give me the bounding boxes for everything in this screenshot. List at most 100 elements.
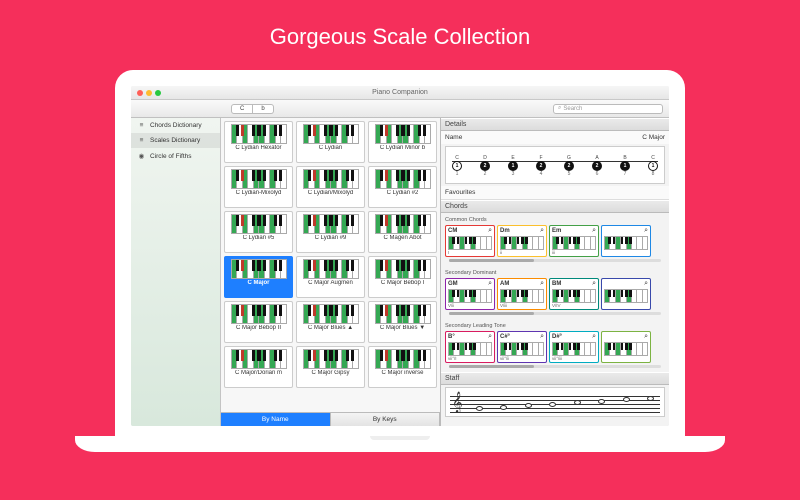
details-pane: Details Name C Major C11D22E13F24G25A26B…: [441, 118, 669, 426]
scale-card-label: C Lydian/Mixolyd: [308, 190, 353, 196]
marketing-title: Gorgeous Scale Collection: [0, 0, 800, 50]
chord-card[interactable]: Em⌕iii: [549, 225, 599, 257]
chord-card[interactable]: CM⌕I: [445, 225, 495, 257]
staff-notation: 𝄞: [445, 387, 665, 417]
sidebar-label: Chords Dictionary: [150, 122, 202, 129]
app-window: Piano Companion C b ⌕ Search ≡Chords Dic…: [131, 86, 669, 426]
window-titlebar: Piano Companion: [131, 86, 669, 100]
magnify-icon[interactable]: ⌕: [488, 333, 492, 341]
scale-card[interactable]: C Major/Dorian m: [224, 346, 293, 388]
sidebar-item-scales-dictionary[interactable]: ≡ Scales Dictionary: [131, 133, 220, 148]
chord-group-label: Secondary Dominant: [445, 270, 665, 276]
scale-card[interactable]: C Lydian Hexator: [224, 121, 293, 163]
scale-interval-diagram: C11D22E13F24G25A26B17C18: [445, 146, 665, 184]
chord-card[interactable]: C#°⌕vii°/ii: [497, 331, 547, 363]
scale-card[interactable]: C Major Augmen: [296, 256, 365, 298]
chord-card[interactable]: AM⌕V/iii: [497, 278, 547, 310]
scale-card[interactable]: C Major Bebop I: [368, 256, 437, 298]
scale-card[interactable]: C Lydian: [296, 121, 365, 163]
scale-card[interactable]: C Major Blues ▲: [296, 301, 365, 343]
search-input[interactable]: ⌕ Search: [553, 104, 663, 114]
horizontal-scrollbar[interactable]: [449, 365, 661, 368]
detail-name-value: C Major: [642, 134, 665, 141]
scale-card-label: C Major Bebop I: [381, 280, 424, 286]
scale-card[interactable]: C Major Gipsy: [296, 346, 365, 388]
scale-card-label: C Lydian Minor b: [380, 145, 425, 151]
scale-card[interactable]: C Lydian #2: [368, 166, 437, 208]
scale-card-label: C Major: [247, 280, 269, 286]
scale-card[interactable]: C Lydian #9: [296, 211, 365, 253]
chord-card[interactable]: GM⌕V/ii: [445, 278, 495, 310]
chord-card[interactable]: ⌕: [601, 225, 651, 257]
chord-card[interactable]: D#°⌕vii°/iii: [549, 331, 599, 363]
magnify-icon[interactable]: ⌕: [540, 280, 544, 288]
scale-card-label: C Magen Abot: [383, 235, 421, 241]
horizontal-scrollbar[interactable]: [449, 312, 661, 315]
horizontal-scrollbar[interactable]: [449, 259, 661, 262]
scale-card[interactable]: C Major inverse: [368, 346, 437, 388]
sidebar-item-circle-of-fifths[interactable]: ◉ Circle of Fifths: [131, 148, 220, 164]
search-icon: ⌕: [558, 105, 561, 112]
scale-card-label: C Major inverse: [381, 370, 423, 376]
scale-card-label: C Lydian Hexator: [235, 145, 281, 151]
scale-card[interactable]: C Lydian-Mixolyd: [224, 166, 293, 208]
chord-card[interactable]: B°⌕vii°/I: [445, 331, 495, 363]
details-header: Details: [441, 118, 669, 131]
scale-card-label: C Lydian #9: [315, 235, 347, 241]
sidebar-label: Scales Dictionary: [150, 137, 200, 144]
scale-card[interactable]: C Magen Abot: [368, 211, 437, 253]
sidebar-label: Circle of Fifths: [150, 153, 192, 160]
scale-card[interactable]: C Major Bebop II: [224, 301, 293, 343]
magnify-icon[interactable]: ⌕: [644, 227, 648, 235]
sort-tab-by-name[interactable]: By Name: [221, 413, 331, 426]
sort-tab-by-keys[interactable]: By Keys: [331, 413, 441, 426]
scale-card[interactable]: C Lydian/Mixolyd: [296, 166, 365, 208]
accidental[interactable]: b: [253, 104, 273, 114]
sidebar: ≡Chords Dictionary ≡ Scales Dictionary ◉ Cir…: [131, 118, 221, 426]
chord-group-label: Secondary Leading Tone: [445, 323, 665, 329]
toolbar: C b ⌕ Search: [131, 100, 669, 118]
scale-card-label: C Major Augmen: [308, 280, 353, 286]
scale-card-label: C Major Blues ▲: [308, 325, 353, 331]
magnify-icon[interactable]: ⌕: [488, 227, 492, 235]
magnify-icon[interactable]: ⌕: [644, 333, 648, 341]
scale-card-label: C Major Blues ▼: [380, 325, 425, 331]
scale-card[interactable]: C Major: [224, 256, 293, 298]
magnify-icon[interactable]: ⌕: [592, 227, 596, 235]
scale-card-label: C Major Bebop II: [236, 325, 281, 331]
sidebar-icon: ≡: [137, 137, 146, 144]
grid-sort-footer: By NameBy Keys: [221, 412, 440, 426]
zoom-icon[interactable]: [155, 90, 161, 96]
chord-card[interactable]: Dm⌕ii: [497, 225, 547, 257]
chord-card[interactable]: BM⌕V/IV: [549, 278, 599, 310]
root-note-selector[interactable]: C b: [231, 104, 274, 114]
chord-card[interactable]: ⌕: [601, 331, 651, 363]
scale-card-label: C Lydian #2: [387, 190, 419, 196]
scale-card[interactable]: C Lydian #5: [224, 211, 293, 253]
magnify-icon[interactable]: ⌕: [592, 280, 596, 288]
magnify-icon[interactable]: ⌕: [592, 333, 596, 341]
sidebar-icon: ◉: [137, 152, 146, 160]
scale-card[interactable]: C Major Blues ▼: [368, 301, 437, 343]
chord-card[interactable]: ⌕: [601, 278, 651, 310]
scale-card-label: C Lydian-Mixolyd: [236, 190, 282, 196]
magnify-icon[interactable]: ⌕: [644, 280, 648, 288]
chords-header: Chords: [441, 200, 669, 213]
treble-clef-icon: 𝄞: [452, 392, 463, 413]
root-note[interactable]: C: [231, 104, 253, 114]
sidebar-item-chords-dictionary[interactable]: ≡Chords Dictionary: [131, 118, 220, 133]
magnify-icon[interactable]: ⌕: [540, 333, 544, 341]
minimize-icon[interactable]: [146, 90, 152, 96]
close-icon[interactable]: [137, 90, 143, 96]
scale-card-label: C Major/Dorian m: [235, 370, 282, 376]
magnify-icon[interactable]: ⌕: [488, 280, 492, 288]
scale-grid: C Lydian Hexator C Lydian C Lydian Minor b…: [221, 118, 440, 412]
detail-name-label: Name: [445, 134, 462, 141]
favourites-section[interactable]: Favourites: [441, 186, 669, 200]
magnify-icon[interactable]: ⌕: [540, 227, 544, 235]
scale-card-label: C Major Gipsy: [311, 370, 349, 376]
staff-header: Staff: [441, 372, 669, 385]
window-title: Piano Companion: [372, 89, 428, 96]
scale-card-label: C Lydian #5: [243, 235, 275, 241]
scale-card[interactable]: C Lydian Minor b: [368, 121, 437, 163]
